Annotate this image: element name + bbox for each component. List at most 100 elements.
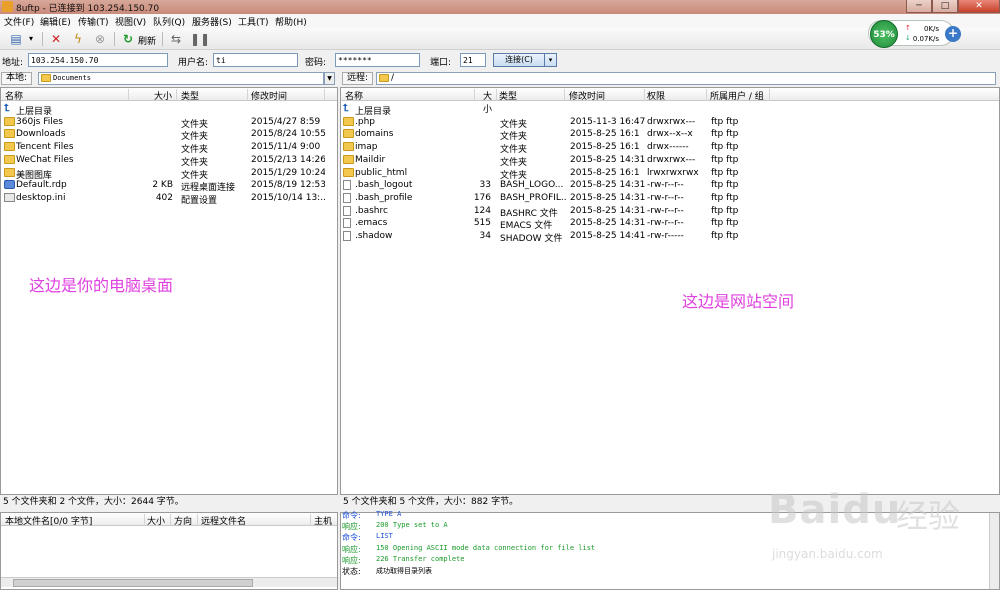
remote-row[interactable]: ⮤ 上层目录 [341, 103, 999, 117]
remote-cell-modified: 2015-8-25 16:1 [570, 167, 640, 178]
remote-row[interactable]: .bash_logout 33 BASH_LOGO... 2015-8-25 14:3… [341, 179, 999, 192]
local-row[interactable]: WeChat Files 文件夹 2015/2/13 14:26 [1, 154, 337, 168]
remote-row[interactable]: .shadow 34 SHADOW 文件 2015-8-25 14:41 -rw-r--… [341, 230, 999, 244]
username-input[interactable] [213, 53, 298, 67]
menu-server[interactable]: 服务器(S) [192, 15, 232, 28]
remote-cell-owner: ftp ftp [711, 116, 739, 127]
remote-cell-permissions: lrwxrwxrwx [647, 167, 699, 178]
connect-button[interactable]: 连接(C) [493, 53, 545, 67]
local-file-list[interactable]: 名称 大小 类型 修改时间 ⮤ 上层目录 360js Files 文件夹 2015/4/… [0, 87, 338, 495]
port-input[interactable] [460, 53, 486, 67]
remote-row[interactable]: .php 文件夹 2015-11-3 16:47 drwxrwx--- ftp ftp [341, 116, 999, 130]
lightning-icon[interactable]: ϟ [70, 31, 86, 47]
menu-file[interactable]: 文件(F) [4, 15, 34, 28]
local-row[interactable]: ⮤ 上层目录 [1, 103, 337, 117]
connect-dropdown-icon[interactable]: ▾ [545, 53, 557, 67]
remote-cell-name: public_html [355, 167, 408, 178]
menu-help[interactable]: 帮助(H) [275, 15, 307, 28]
remote-cell-name: imap [355, 142, 378, 153]
chevron-down-icon[interactable]: ▾ [26, 31, 36, 47]
menu-queue[interactable]: 队列(Q) [153, 15, 185, 28]
remote-col-type[interactable]: 类型 [499, 89, 565, 102]
maximize-button[interactable]: □ [932, 0, 958, 13]
menu-view[interactable]: 视图(V) [115, 15, 146, 28]
remote-row[interactable]: imap 文件夹 2015-8-25 16:1 drwx------ ftp ftp [341, 141, 999, 155]
local-cell-modified: 2015/8/19 12:53 [251, 180, 325, 191]
local-col-modified[interactable]: 修改时间 [251, 89, 325, 102]
close-button[interactable]: ✕ [958, 0, 1000, 13]
local-row[interactable]: desktop.ini 402 配置设置 2015/10/14 13:... [1, 192, 337, 206]
remote-cell-modified: 2015-8-25 14:41 [570, 231, 646, 241]
local-row[interactable]: Default.rdp 2 KB 远程桌面连接 2015/8/19 12:53 [1, 179, 337, 193]
remote-row[interactable]: .bashrc 124 BASHRC 文件 2015-8-25 14:31 -rw-r-… [341, 205, 999, 219]
baidu-watermark: Baidu 经验 jingyan.baidu.com [768, 487, 998, 587]
local-row[interactable]: 美图图库 文件夹 2015/1/29 10:24 [1, 167, 337, 181]
queue-col-size[interactable]: 大小 [147, 514, 171, 527]
remote-cell-size: 34 [479, 231, 491, 241]
remote-col-size[interactable]: 大小 [475, 89, 497, 115]
remote-desktop-icon [4, 180, 15, 190]
remote-cell-modified: 2015-11-3 16:47 [570, 116, 646, 127]
password-input[interactable] [335, 53, 420, 67]
remote-annotation: 这边是网站空间 [682, 292, 795, 311]
queue-col-remote[interactable]: 远程文件名 [201, 514, 311, 527]
queue-col-direction[interactable]: 方向 [174, 514, 198, 527]
local-cell-modified: 2015/10/14 13:... [251, 192, 325, 203]
remote-path-label: 远程: [342, 72, 374, 85]
minimize-button[interactable]: ─ [906, 0, 932, 13]
stop-icon[interactable]: ⊗ [92, 31, 108, 47]
local-col-name[interactable]: 名称 [5, 89, 129, 102]
address-input[interactable] [28, 53, 168, 67]
remote-col-owner[interactable]: 所属用户 / 组 [710, 89, 770, 102]
menu-tools[interactable]: 工具(T) [238, 15, 269, 28]
remote-cell-size: 124 [473, 205, 491, 216]
app-icon [2, 1, 13, 12]
remote-cell-type: BASH_PROFIL... [500, 192, 566, 203]
transfer-queue[interactable]: 本地文件名[0/0 字节] 大小 方向 远程文件名 主机 [0, 512, 338, 590]
queue-col-local[interactable]: 本地文件名[0/0 字节] [5, 514, 145, 527]
refresh-label[interactable]: 刷新 [138, 34, 156, 47]
username-label: 用户名: [178, 58, 209, 68]
local-col-size[interactable]: 大小 [129, 89, 177, 102]
file-icon [343, 231, 351, 241]
remote-cell-size: 515 [473, 218, 491, 229]
local-path-combo[interactable]: Documents [38, 72, 324, 85]
remote-path-combo[interactable]: / [376, 72, 996, 85]
remote-row[interactable]: .bash_profile 176 BASH_PROFIL... 2015-8-25 … [341, 192, 999, 205]
remote-row[interactable]: domains 文件夹 2015-8-25 16:1 drwx--x--x ftp ft… [341, 128, 999, 142]
queue-col-host[interactable]: 主机 [314, 514, 336, 527]
remote-cell-modified: 2015-8-25 16:1 [570, 129, 640, 140]
local-row[interactable]: Downloads 文件夹 2015/8/24 10:55 [1, 128, 337, 142]
pause-icon[interactable]: ❚❚ [190, 31, 210, 47]
local-status: 5 个文件夹和 2 个文件，大小：2644 字节。 [0, 496, 338, 509]
remote-list-header: 名称 大小 类型 修改时间 权限 所属用户 / 组 [341, 88, 999, 115]
disconnect-icon[interactable]: ✕ [48, 31, 64, 47]
local-path-bar: 本地: Documents ▼ [0, 71, 337, 86]
log-key: 命令: [342, 533, 361, 543]
local-row[interactable]: Tencent Files 文件夹 2015/11/4 9:00 [1, 141, 337, 155]
local-row[interactable]: 360js Files 文件夹 2015/4/27 8:59 [1, 116, 337, 130]
local-col-type[interactable]: 类型 [181, 89, 248, 102]
site-manager-icon[interactable]: ▤ [8, 31, 24, 47]
remote-row[interactable]: Maildir 文件夹 2015-8-25 14:31 drwxrwx--- ftp f… [341, 154, 999, 168]
plus-icon[interactable]: + [945, 26, 961, 42]
remote-row[interactable]: public_html 文件夹 2015-8-25 16:1 lrwxrwxrwx ft… [341, 167, 999, 181]
local-path-value: Documents [53, 74, 91, 82]
menu-transfer[interactable]: 传输(T) [78, 15, 109, 28]
queue-scroll-thumb[interactable] [13, 579, 253, 587]
menu-edit[interactable]: 编辑(E) [40, 15, 71, 28]
remote-col-permissions[interactable]: 权限 [647, 89, 707, 102]
queue-scrollbar[interactable] [1, 577, 337, 587]
folder-icon [343, 142, 354, 152]
remote-row[interactable]: .emacs 515 EMACS 文件 2015-8-25 14:31 -rw-r--r… [341, 217, 999, 231]
sync-icon[interactable]: ⇆ [168, 31, 184, 47]
refresh-icon[interactable]: ↻ [120, 31, 136, 47]
folder-icon [4, 142, 15, 152]
local-path-dropdown-icon[interactable]: ▼ [324, 72, 335, 85]
remote-col-modified[interactable]: 修改时间 [569, 89, 645, 102]
remote-file-list[interactable]: 名称 大小 类型 修改时间 权限 所属用户 / 组 ⮤ 上层目录 .php 文件夹 20… [340, 87, 1000, 495]
folder-icon [4, 167, 15, 177]
remote-col-name[interactable]: 名称 [345, 89, 475, 102]
remote-cell-modified: 2015-8-25 14:31 [570, 192, 646, 203]
network-monitor[interactable]: 53% ↑ 0K/s ↓ 0.07K/s + [868, 20, 961, 48]
